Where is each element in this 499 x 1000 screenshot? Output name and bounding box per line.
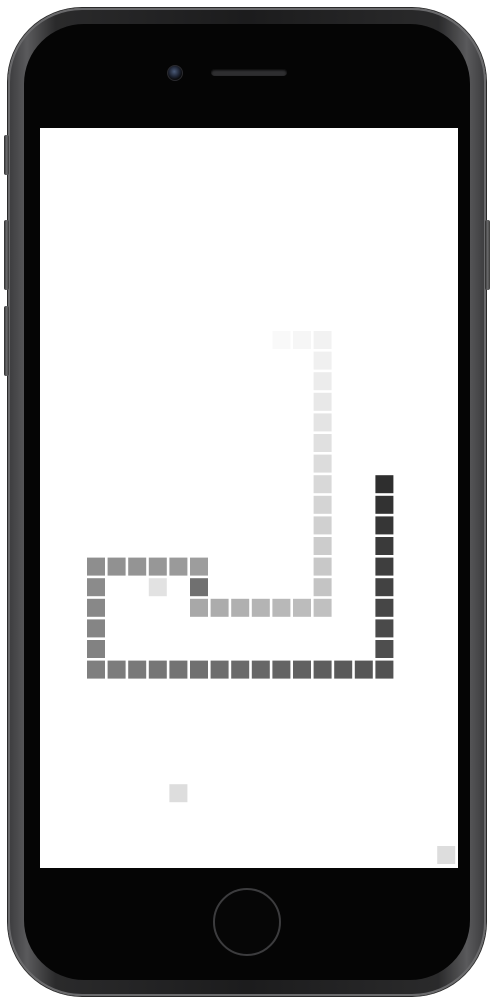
snake-segment [148,557,167,576]
snake-segment [107,660,126,679]
game-screen[interactable] [40,128,458,868]
snake-segment [107,557,126,576]
board-background [40,128,458,868]
snake-segment [169,557,188,576]
snake-segment [190,598,208,617]
snake-segment [251,598,270,617]
snake-segment [375,578,394,597]
front-camera-icon [167,65,183,81]
snake-segment [313,372,332,391]
snake-segment [293,331,311,349]
snake-segment [251,660,270,679]
snake-segment [313,537,332,555]
snake-segment [231,598,250,617]
snake-segment [375,537,394,555]
snake-segment [210,598,229,617]
snake-segment [87,640,105,658]
home-button[interactable] [213,888,281,956]
snake-segment [313,598,332,617]
snake-segment [375,640,394,658]
snake-segment [313,475,332,494]
snake-segment [293,598,311,617]
snake-segment [375,495,394,514]
snake-segment [272,331,291,349]
snake-segment [313,516,332,535]
snake-segment [313,557,332,576]
snake-segment [313,495,332,514]
snake-segment [87,557,105,576]
volume-up-button [4,220,9,290]
snake-segment [313,578,332,597]
snake-segment [272,660,291,679]
snake-segment [148,660,167,679]
snake-segment [354,660,373,679]
snake-segment [313,392,332,411]
power-button [485,220,490,290]
snake-segment [375,475,394,494]
snake-segment [190,660,208,679]
volume-down-button [4,306,9,376]
snake-segment [313,331,332,349]
snake-segment [87,619,105,638]
snake-segment [87,660,105,679]
snake-segment [313,454,332,473]
snake-segment [231,660,250,679]
snake-segment [87,578,105,597]
snake-segment [313,413,332,432]
snake-segment [128,557,147,576]
snake-segment [272,598,291,617]
snake-segment [210,660,229,679]
snake-segment [169,660,188,679]
food-pellet [169,784,188,803]
snake-segment [313,660,332,679]
food-pellet [148,578,167,597]
earpiece-speaker [211,69,287,76]
snake-segment [375,619,394,638]
snake-segment [334,660,353,679]
snake-segment [293,660,311,679]
snake-segment [87,598,105,617]
snake-segment [375,557,394,576]
snake-segment [190,557,208,576]
snake-segment [128,660,147,679]
snake-segment [190,578,208,597]
mute-switch [4,135,9,175]
snake-segment [313,434,332,452]
snake-segment [313,351,332,370]
snake-segment [375,516,394,535]
snake-segment [375,660,394,679]
snake-segment [375,598,394,617]
game-board[interactable] [40,128,458,868]
food-pellet [437,846,456,864]
